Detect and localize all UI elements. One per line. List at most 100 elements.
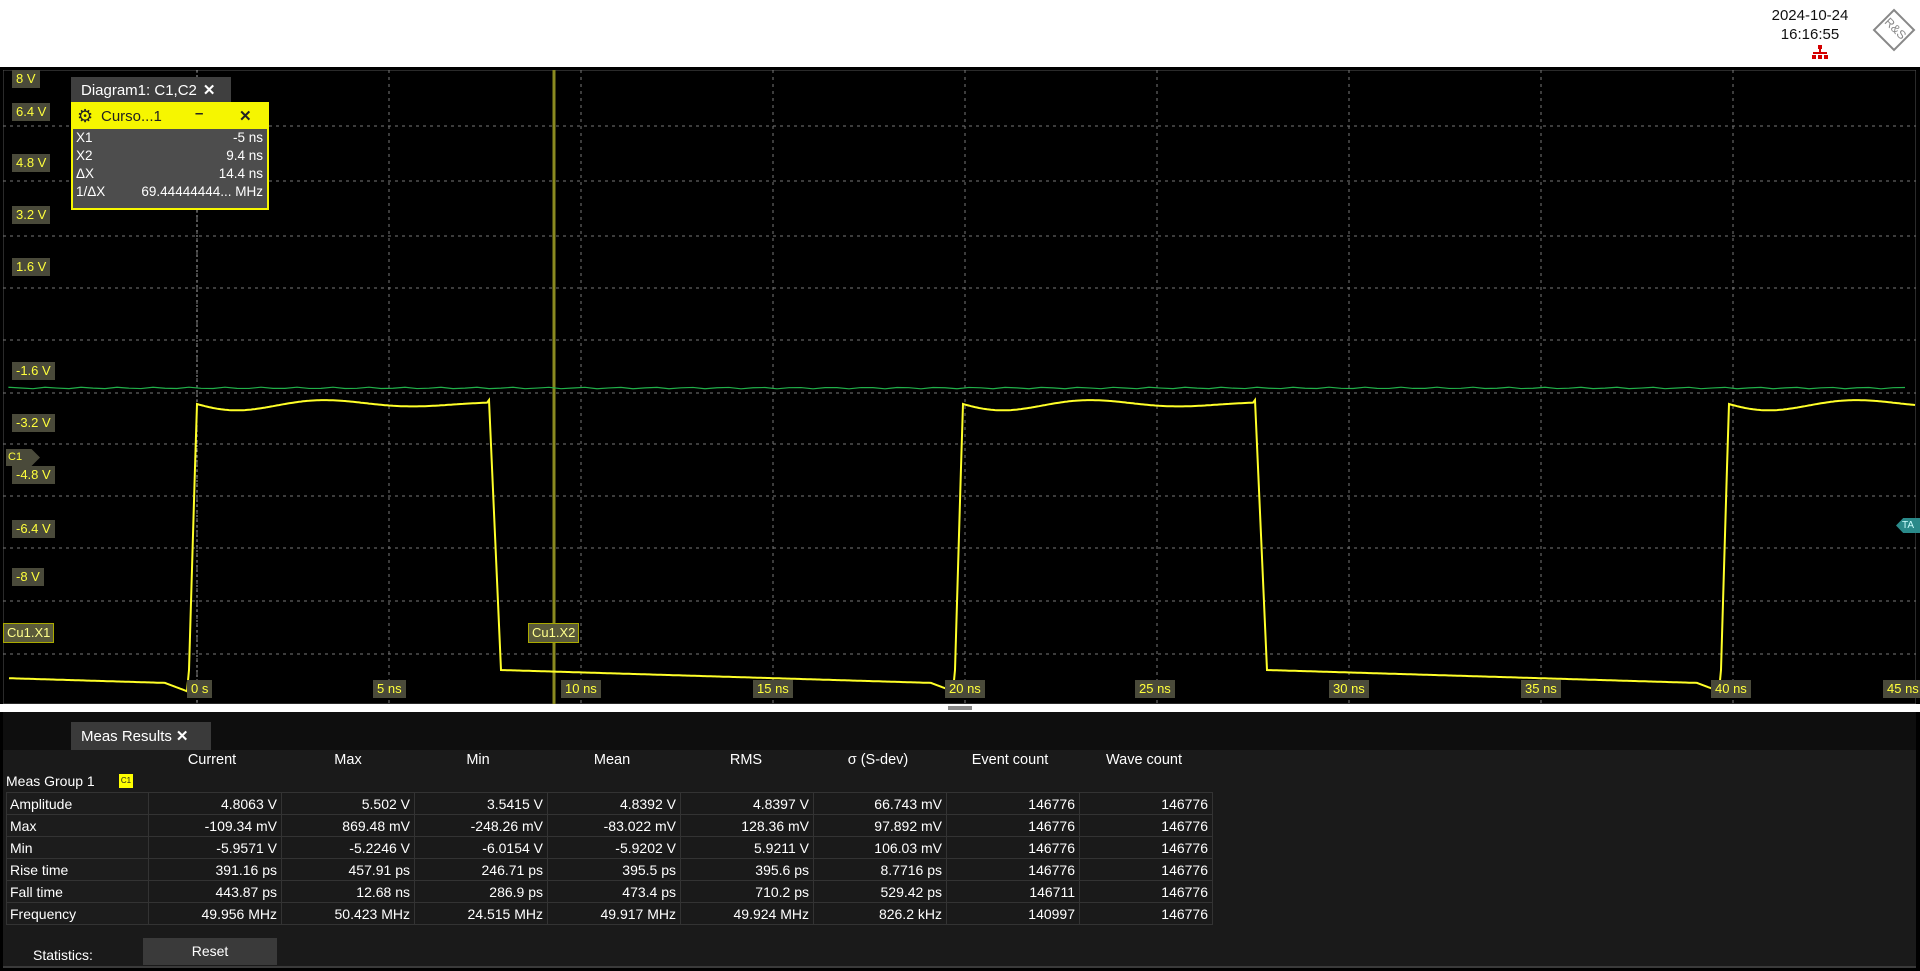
table-row[interactable]: Fall time 443.87 ps 12.68 ns 286.9 ps 473.4 … [6,880,1213,903]
y-axis-label: 8 V [12,70,40,88]
column-header: Wave count [1105,752,1183,768]
cursor-x2-tag[interactable]: Cu1.X2 [528,623,580,643]
network-icon [1812,45,1828,59]
row-name: Max [6,814,149,837]
row-name: Min [6,836,149,859]
gear-icon[interactable]: ⚙ [77,104,93,129]
cursor-row-label: X2 [76,148,93,163]
cursor-row-delta-x: ΔX 14.4 ns [73,165,267,183]
x-axis-label: 35 ns [1521,680,1561,698]
splitter-handle-icon[interactable] [948,706,972,710]
column-header: Max [334,752,362,768]
y-axis-label: 4.8 V [12,154,51,172]
status-bar: 2024-10-24 16:16:55 R&S [0,0,1920,67]
cursor-row-label: ΔX [76,166,95,181]
table-cell: 50.423 MHz [281,902,415,925]
table-cell: 710.2 ps [680,880,814,903]
x-axis-label: 20 ns [945,680,985,698]
y-axis-label: 3.2 V [12,206,51,224]
cursor-results-box[interactable]: ⚙ Curso...1 – ✕ X1 -5 ns X2 9.4 ns ΔX 14.4 … [71,102,269,210]
table-cell: 146776 [946,836,1080,859]
cursor-box-title: Curso...1 [101,108,162,125]
x-axis-label: 0 s [187,680,213,698]
meas-tab-label: Meas Results [81,728,172,745]
table-cell: 146776 [946,814,1080,837]
table-cell: 473.4 ps [547,880,681,903]
cursor-row-inv-delta-x: 1/ΔX 69.44444444... MHz [73,183,267,201]
cursor-x1-tag[interactable]: Cu1.X1 [3,623,55,643]
table-cell: 146776 [1079,902,1213,925]
x-axis-label: 25 ns [1135,680,1175,698]
statistics-label: Statistics: [33,947,93,963]
x-axis-label: 15 ns [753,680,793,698]
table-row[interactable]: Max -109.34 mV 869.48 mV -248.26 mV -83.022 … [6,814,1213,837]
table-cell: 146776 [1079,814,1213,837]
y-axis-label: 1.6 V [12,258,51,276]
table-cell: 869.48 mV [281,814,415,837]
table-cell: 97.892 mV [813,814,947,837]
date-text: 2024-10-24 [1771,7,1849,24]
cursor-row-value: 9.4 ns [226,148,263,163]
row-name: Amplitude [6,792,149,815]
table-cell: 391.16 ps [148,858,282,881]
table-cell: 8.7716 ps [813,858,947,881]
y-axis-label: -4.8 V [12,466,55,484]
table-cell: 146776 [946,792,1080,815]
cursor-row-value: -5 ns [232,130,263,145]
table-cell: 49.924 MHz [680,902,814,925]
table-cell: 443.87 ps [148,880,282,903]
table-cell: 12.68 ns [281,880,415,903]
cursor-row-label: 1/ΔX [76,184,106,199]
rs-logo-icon: R&S [1872,8,1916,52]
table-cell: 826.2 kHz [813,902,947,925]
table-row[interactable]: Rise time 391.16 ps 457.91 ps 246.71 ps 395.… [6,858,1213,881]
table-row[interactable]: Frequency 49.956 MHz 50.423 MHz 24.515 MHz 4… [6,902,1213,925]
table-cell: 128.36 mV [680,814,814,837]
x-axis-label: 40 ns [1711,680,1751,698]
cursor-box-header[interactable]: ⚙ Curso...1 – ✕ [73,104,267,129]
close-icon[interactable]: ✕ [203,82,216,99]
table-cell: 286.9 ps [414,880,548,903]
column-header: Event count [971,752,1049,768]
column-header: σ (S-dev) [847,752,909,768]
time-text: 16:16:55 [1780,26,1840,43]
panel-splitter[interactable] [0,704,1920,712]
table-cell: 146776 [946,858,1080,881]
table-cell: 246.71 ps [414,858,548,881]
table-cell: 106.03 mV [813,836,947,859]
table-row[interactable]: Amplitude 4.8063 V 5.502 V 3.5415 V 4.8392 V… [6,792,1213,815]
column-header: RMS [729,752,763,768]
column-header: Mean [593,752,631,768]
close-icon[interactable]: ✕ [239,104,252,129]
diagram-tab-label: Diagram1: C1,C2 [81,82,197,99]
datetime: 2024-10-24 16:16:55 [1760,6,1860,44]
table-cell: 529.42 ps [813,880,947,903]
meas-group-badge: C1 [119,774,133,788]
table-cell: -248.26 mV [414,814,548,837]
x-axis-label: 5 ns [373,680,406,698]
table-cell: 49.917 MHz [547,902,681,925]
table-cell: -83.022 mV [547,814,681,837]
cursor-values: X1 -5 ns X2 9.4 ns ΔX 14.4 ns 1/ΔX 69.444444… [73,129,267,208]
meas-results-tab[interactable]: Meas Results ✕ [71,722,211,751]
diagram-tab[interactable]: Diagram1: C1,C2 ✕ [71,77,231,105]
row-name: Rise time [6,858,149,881]
table-cell: 24.515 MHz [414,902,548,925]
close-icon[interactable]: ✕ [176,728,189,745]
table-cell: -5.9571 V [148,836,282,859]
table-cell: -109.34 mV [148,814,282,837]
waveform-diagram[interactable]: C1 TA 8 V 6.4 V 4.8 V 3.2 V 1.6 V -1.6 V -3.2 … [3,70,1920,704]
table-cell: -5.9202 V [547,836,681,859]
x-axis-label: 30 ns [1329,680,1369,698]
cursor-row-label: X1 [76,130,93,145]
table-cell: 395.6 ps [680,858,814,881]
reset-button[interactable]: Reset [143,938,277,965]
table-row[interactable]: Min -5.9571 V -5.2246 V -6.0154 V -5.9202 V5… [6,836,1213,859]
table-cell: -5.2246 V [281,836,415,859]
waveform-plot[interactable] [3,70,1916,704]
table-cell: 146776 [1079,836,1213,859]
table-cell: 5.502 V [281,792,415,815]
plot-background [3,70,1916,704]
minimize-icon[interactable]: – [195,101,203,126]
y-axis-label: -1.6 V [12,362,55,380]
